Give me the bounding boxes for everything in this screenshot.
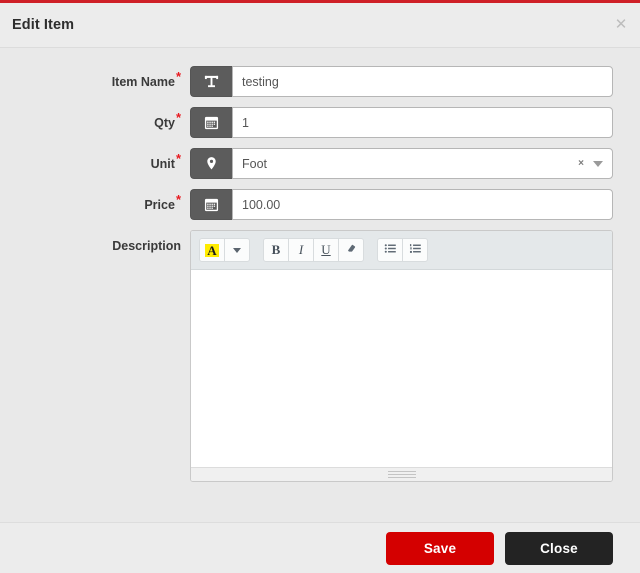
field-row-description: Description A B I U — [0, 230, 640, 482]
save-button[interactable]: Save — [386, 531, 494, 565]
field-label-text: Unit — [150, 157, 175, 171]
text-format-icon — [190, 66, 232, 97]
unit-select-value: Foot — [242, 156, 268, 171]
field-label-qty: Qty* — [0, 107, 190, 130]
required-asterisk: * — [175, 68, 181, 84]
dialog-title: Edit Item — [12, 17, 75, 33]
ordered-list-button[interactable] — [402, 238, 428, 262]
field-label-item-name: Item Name* — [0, 66, 190, 89]
unit-select[interactable]: Foot × — [232, 148, 613, 179]
editor-toolbar: A B I U — [191, 231, 612, 270]
underline-icon: U — [321, 242, 331, 257]
numbered-list-icon — [409, 242, 422, 259]
bold-button[interactable]: B — [263, 238, 289, 262]
field-label-text: Description — [112, 239, 181, 253]
chevron-down-icon — [233, 247, 241, 253]
dialog-footer: Save Close — [0, 522, 640, 573]
field-row-item-name: Item Name* testing — [0, 66, 640, 97]
close-button[interactable]: Close — [505, 531, 613, 565]
clear-icon[interactable]: × — [578, 158, 584, 169]
qty-input[interactable]: 1 — [232, 107, 613, 138]
underline-button[interactable]: U — [313, 238, 339, 262]
toolbar-group-color: A — [199, 238, 250, 262]
field-label-text: Qty — [154, 116, 175, 130]
calendar-icon — [190, 189, 232, 220]
input-group-qty: 1 — [190, 107, 613, 138]
field-label-description: Description — [0, 230, 190, 253]
dialog-header: Edit Item ✕ — [0, 3, 640, 48]
description-editor: A B I U — [190, 230, 613, 482]
unit-select-tools: × — [578, 158, 603, 169]
bullet-list-icon — [384, 242, 397, 259]
bold-icon: B — [271, 242, 281, 257]
field-label-price: Price* — [0, 189, 190, 212]
field-label-unit: Unit* — [0, 148, 190, 171]
item-name-input[interactable]: testing — [232, 66, 613, 97]
italic-button[interactable]: I — [288, 238, 314, 262]
eraser-icon — [345, 242, 357, 258]
text-color-dropdown-button[interactable] — [224, 238, 250, 262]
price-input[interactable]: 100.00 — [232, 189, 613, 220]
required-asterisk: * — [175, 150, 181, 166]
toolbar-group-lists — [377, 238, 428, 262]
field-label-text: Item Name — [111, 75, 175, 89]
grip-lines — [387, 471, 416, 478]
required-asterisk: * — [175, 191, 181, 207]
input-group-item-name: testing — [190, 66, 613, 97]
unordered-list-button[interactable] — [377, 238, 403, 262]
resize-grip-icon[interactable] — [191, 467, 612, 481]
field-label-text: Price — [144, 198, 175, 212]
dialog-body: Item Name* testing Qty* 1 Unit* Foot × P… — [0, 48, 640, 522]
field-row-qty: Qty* 1 — [0, 107, 640, 138]
text-color-button[interactable]: A — [199, 238, 225, 262]
text-color-icon: A — [205, 242, 219, 258]
edit-item-dialog: Edit Item ✕ Item Name* testing Qty* 1 Un… — [0, 0, 640, 573]
field-row-price: Price* 100.00 — [0, 189, 640, 220]
input-group-price: 100.00 — [190, 189, 613, 220]
description-input[interactable] — [191, 270, 612, 467]
close-icon[interactable]: ✕ — [613, 17, 629, 33]
input-group-unit: Foot × — [190, 148, 613, 179]
chevron-down-icon[interactable] — [593, 160, 603, 167]
clear-formatting-button[interactable] — [338, 238, 364, 262]
field-row-unit: Unit* Foot × — [0, 148, 640, 179]
map-pin-icon — [190, 148, 232, 179]
calendar-icon — [190, 107, 232, 138]
italic-icon: I — [298, 242, 304, 257]
toolbar-group-format: B I U — [263, 238, 364, 262]
required-asterisk: * — [175, 109, 181, 125]
